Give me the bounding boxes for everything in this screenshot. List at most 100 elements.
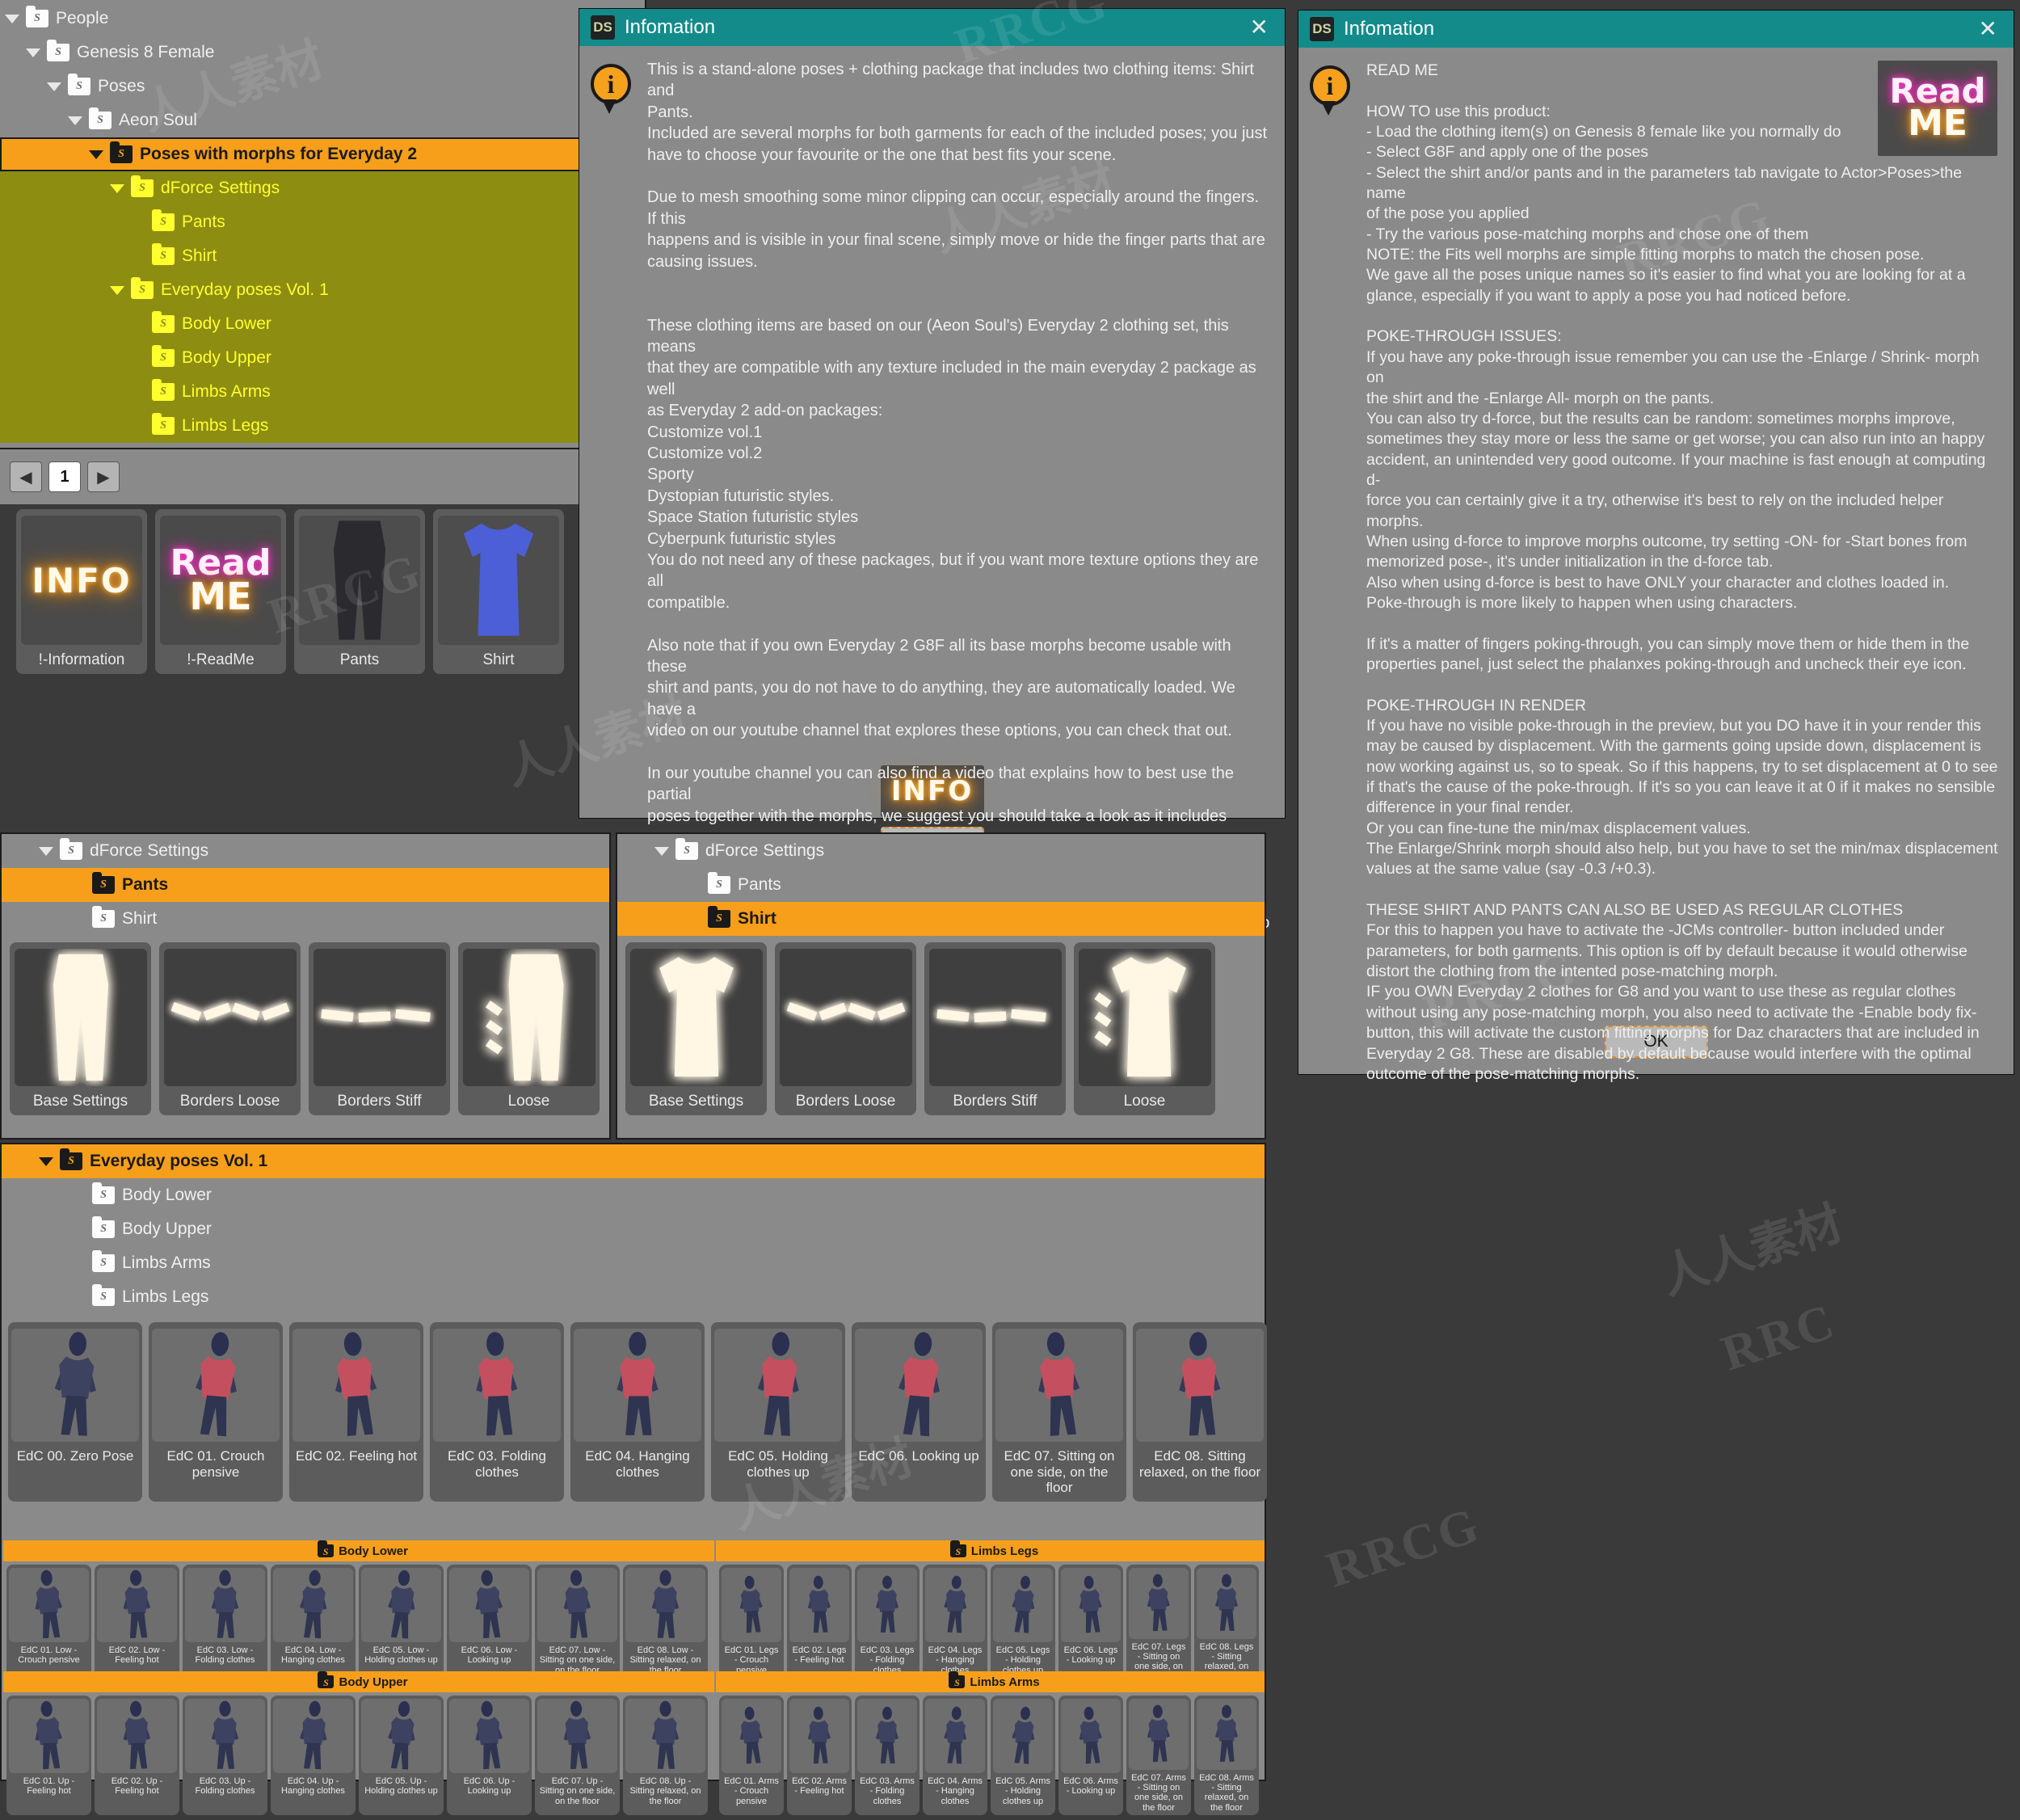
pose-tile[interactable]: EdC 05. Holding clothes up [711,1322,845,1502]
dforce-preset-tile[interactable]: Borders Stiff [924,942,1066,1115]
pose-tile[interactable]: EdC 02. Arms - Feeling hot [787,1696,852,1815]
tree-item-shirt[interactable]: Shirt [617,902,1265,936]
pose-preview-image [1197,1699,1256,1770]
pose-tile[interactable]: EdC 04. Low - Hanging clothes [271,1565,356,1684]
tree-item-dforce-settings[interactable]: dForce Settings [617,834,1265,868]
pose-tile[interactable]: EdC 03. Legs - Folding clothes [855,1565,920,1684]
pose-tile[interactable]: EdC 07. Arms - Sitting on one side, on t… [1126,1696,1191,1815]
pose-tile[interactable]: EdC 02. Legs - Feeling hot [787,1565,852,1684]
pose-tile[interactable]: EdC 01. Up - Feeling hot [6,1696,91,1815]
tree-item-dforce-settings[interactable]: dForce Settings [2,834,609,868]
body-lower-band[interactable]: Body Lower [3,1540,714,1561]
tree-item-limbs-arms[interactable]: Limbs Arms [0,375,645,409]
asset-tile[interactable]: Read ME !-ReadMe [155,509,286,674]
prev-page-button[interactable]: ◀ [10,461,42,492]
tree-item-body-upper[interactable]: Body Upper [2,1212,1265,1246]
asset-tile[interactable]: Shirt [433,509,564,674]
pose-tile[interactable]: EdC 08. Arms - Sitting relaxed, on the f… [1194,1696,1259,1815]
expand-triangle-icon[interactable] [654,846,669,856]
pose-tile[interactable]: EdC 08. Low - Sitting relaxed, on the fl… [623,1565,708,1684]
tree-item-limbs-legs[interactable]: Limbs Legs [0,409,645,443]
pose-tile[interactable]: EdC 07. Sitting on one side, on the floo… [992,1322,1126,1502]
close-icon[interactable]: ✕ [1245,16,1273,39]
tree-item-dforce-settings[interactable]: dForce Settings [0,171,645,205]
daz-studio-icon: DS [1310,17,1334,41]
tree-item-label: Everyday poses Vol. 1 [161,280,329,299]
pose-tile[interactable]: EdC 01. Low - Crouch pensive [6,1565,91,1684]
pose-tile[interactable]: EdC 06. Looking up [852,1322,986,1502]
tree-item-poses[interactable]: Poses [0,70,645,103]
tree-item-body-lower[interactable]: Body Lower [2,1178,1265,1212]
tree-item-pants[interactable]: Pants [0,205,645,239]
pose-tile[interactable]: EdC 05. Legs - Holding clothes up [991,1565,1055,1684]
expand-triangle-icon[interactable] [68,116,82,125]
pose-tile[interactable]: EdC 03. Up - Folding clothes [183,1696,267,1815]
dforce-preset-tile[interactable]: Borders Loose [159,942,301,1115]
next-page-button[interactable]: ▶ [87,461,120,492]
tree-item-body-upper[interactable]: Body Upper [0,341,645,375]
pose-tile[interactable]: EdC 04. Legs - Hanging clothes [923,1565,987,1684]
close-icon[interactable]: ✕ [1974,18,2002,40]
tree-item-body-lower[interactable]: Body Lower [0,307,645,341]
dforce-preset-tile[interactable]: Borders Stiff [309,942,450,1115]
pose-tile[interactable]: EdC 02. Up - Feeling hot [95,1696,179,1815]
pose-tile[interactable]: EdC 04. Arms - Hanging clothes [923,1696,987,1815]
expand-triangle-icon[interactable] [110,285,124,295]
pose-tile[interactable]: EdC 05. Low - Holding clothes up [359,1565,444,1684]
tree-item-people[interactable]: People [0,2,645,36]
pose-tile[interactable]: EdC 04. Hanging clothes [570,1322,705,1502]
tree-item-shirt[interactable]: Shirt [2,902,609,936]
expand-triangle-icon[interactable] [47,82,61,91]
pose-tile[interactable]: EdC 07. Legs - Sitting on one side, on t… [1126,1565,1191,1684]
dforce-preset-tile[interactable]: Base Settings [10,942,151,1115]
tree-item-poses-with-morphs-for-everyday-2[interactable]: Poses with morphs for Everyday 2 [0,137,645,171]
tree-item-everyday-poses-vol-1[interactable]: Everyday poses Vol. 1 [0,273,645,307]
asset-tile[interactable]: Pants [294,509,425,674]
expand-triangle-icon[interactable] [39,846,53,856]
pose-tile[interactable]: EdC 03. Arms - Folding clothes [855,1696,920,1815]
expand-triangle-icon[interactable] [26,48,40,57]
expand-triangle-icon[interactable] [89,150,103,159]
expand-triangle-icon[interactable] [110,183,124,193]
pose-tile[interactable]: EdC 01. Arms - Crouch pensive [719,1696,784,1815]
tree-item-aeon-soul[interactable]: Aeon Soul [0,103,645,137]
dforce-preset-tile[interactable]: Loose [1074,942,1215,1115]
body-upper-band[interactable]: Body Upper [3,1671,714,1692]
expand-triangle-icon[interactable] [39,1156,53,1166]
tree-item-pants[interactable]: Pants [617,868,1265,902]
pose-tile[interactable]: EdC 04. Up - Hanging clothes [271,1696,356,1815]
tree-item-limbs-arms[interactable]: Limbs Arms [2,1246,1265,1280]
pose-tile[interactable]: EdC 08. Up - Sitting relaxed, on the flo… [623,1696,708,1815]
limbs-arms-band[interactable]: Limbs Arms [716,1671,1265,1692]
pose-tile[interactable]: EdC 06. Arms - Looking up [1058,1696,1123,1815]
pose-tile[interactable]: EdC 01. Legs - Crouch pensive [719,1565,784,1684]
dforce-preset-tile[interactable]: Borders Loose [775,942,916,1115]
dforce-preset-tile[interactable]: Base Settings [625,942,767,1115]
tree-item-pants[interactable]: Pants [2,868,609,902]
pose-tile[interactable]: EdC 02. Low - Feeling hot [95,1565,179,1684]
tree-item-genesis-8-female[interactable]: Genesis 8 Female [0,36,645,70]
pose-tile[interactable]: EdC 06. Up - Looking up [447,1696,532,1815]
limbs-legs-band[interactable]: Limbs Legs [716,1540,1265,1561]
pose-tile[interactable]: EdC 06. Legs - Looking up [1058,1565,1123,1684]
pose-tile[interactable]: EdC 05. Arms - Holding clothes up [991,1696,1055,1815]
pose-tile[interactable]: EdC 00. Zero Pose [8,1322,142,1502]
dforce-preset-tile[interactable]: Loose [458,942,600,1115]
pose-tile[interactable]: EdC 08. Legs - Sitting relaxed, on the f… [1194,1565,1259,1684]
tree-item-everyday-poses-vol-1[interactable]: Everyday poses Vol. 1 [2,1144,1265,1178]
pose-tile[interactable]: EdC 06. Low - Looking up [447,1565,532,1684]
folder-icon [152,311,175,333]
pose-tile[interactable]: EdC 07. Low - Sitting on one side, on th… [535,1565,620,1684]
pose-tile[interactable]: EdC 08. Sitting relaxed, on the floor [1133,1322,1267,1502]
expand-triangle-icon[interactable] [5,14,19,23]
asset-tile[interactable]: INFO !-Information [16,509,147,674]
tree-item-shirt[interactable]: Shirt [0,239,645,273]
page-number-field[interactable]: 1 [48,461,81,492]
pose-tile[interactable]: EdC 02. Feeling hot [289,1322,423,1502]
pose-tile[interactable]: EdC 07. Up - Sitting on one side, on the… [535,1696,620,1815]
pose-tile[interactable]: EdC 03. Folding clothes [430,1322,564,1502]
pose-tile[interactable]: EdC 05. Up - Holding clothes up [359,1696,444,1815]
pose-tile[interactable]: EdC 01. Crouch pensive [149,1322,283,1502]
tree-item-limbs-legs[interactable]: Limbs Legs [2,1280,1265,1314]
pose-tile[interactable]: EdC 03. Low - Folding clothes [183,1565,267,1684]
